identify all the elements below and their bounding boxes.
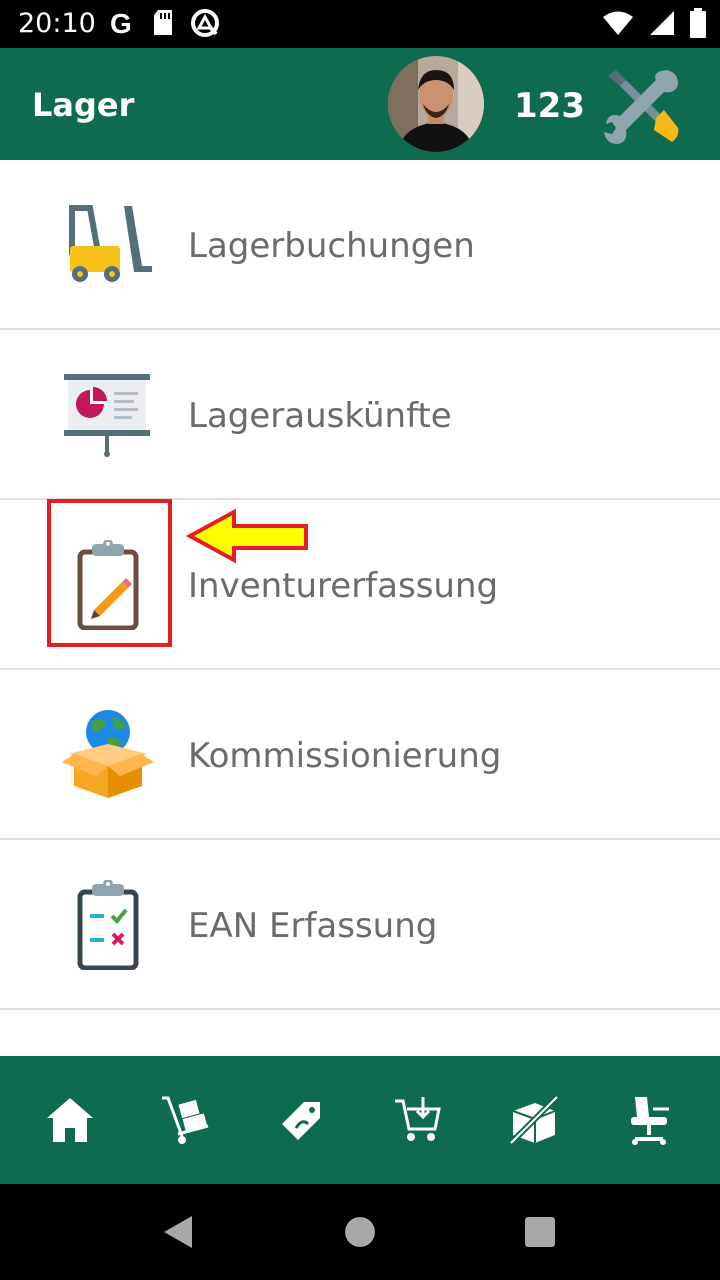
menu-item-label: Lagerauskünfte	[188, 396, 452, 436]
app-bar: Lager 123	[0, 48, 720, 160]
nav-cart[interactable]	[388, 1090, 448, 1150]
highlight-box	[47, 499, 172, 647]
clipboard-checklist-icon	[77, 880, 139, 970]
home-icon	[47, 1098, 93, 1142]
menu-item-label: Kommissionierung	[188, 736, 502, 776]
presentation-chart-icon	[64, 374, 150, 457]
cart-download-icon	[395, 1097, 441, 1141]
recents-button[interactable]	[525, 1217, 555, 1247]
wifi-icon	[603, 11, 633, 35]
user-number: 123	[514, 86, 585, 126]
menu-item-label: EAN Erfassung	[188, 906, 438, 946]
globe-box-icon	[62, 710, 154, 798]
nav-box-crossed[interactable]	[504, 1090, 564, 1150]
office-chair-icon	[631, 1097, 669, 1145]
tools-icon	[604, 70, 679, 144]
nav-hand-truck[interactable]	[156, 1090, 216, 1150]
tools-button[interactable]	[600, 66, 680, 146]
page-title: Lager	[32, 86, 135, 124]
svg-text:G: G	[110, 8, 132, 38]
forklift-icon	[69, 205, 152, 282]
battery-icon	[690, 8, 706, 38]
menu-item-kommissionierung[interactable]: Kommissionierung	[0, 670, 720, 840]
sd-card-icon	[154, 10, 172, 35]
nav-price-tag[interactable]	[272, 1090, 332, 1150]
user-avatar[interactable]	[388, 56, 484, 152]
nav-office-chair[interactable]	[620, 1090, 680, 1150]
back-icon[interactable]	[162, 1215, 194, 1249]
google-icon: G	[110, 8, 132, 38]
signal-icon	[650, 11, 674, 35]
home-button[interactable]	[345, 1217, 375, 1247]
arrow-left-icon	[186, 508, 308, 564]
hand-truck-icon	[162, 1096, 209, 1144]
menu-item-label: Lagerbuchungen	[188, 226, 475, 266]
data-saver-icon	[191, 9, 219, 37]
menu-item-label: Inventurerfassung	[188, 566, 499, 606]
menu-item-ean-erfassung[interactable]: EAN Erfassung	[0, 840, 720, 1010]
menu-item-lagerbuchungen[interactable]: Lagerbuchungen	[0, 160, 720, 330]
price-tag-icon	[282, 1102, 320, 1140]
nav-home[interactable]	[40, 1090, 100, 1150]
menu-item-lagerauskuenfte[interactable]: Lagerauskünfte	[0, 330, 720, 500]
status-time: 20:10	[18, 8, 96, 39]
status-bar: 20:10 G	[0, 0, 720, 48]
bottom-nav	[0, 1056, 720, 1184]
box-crossed-icon	[509, 1095, 559, 1145]
